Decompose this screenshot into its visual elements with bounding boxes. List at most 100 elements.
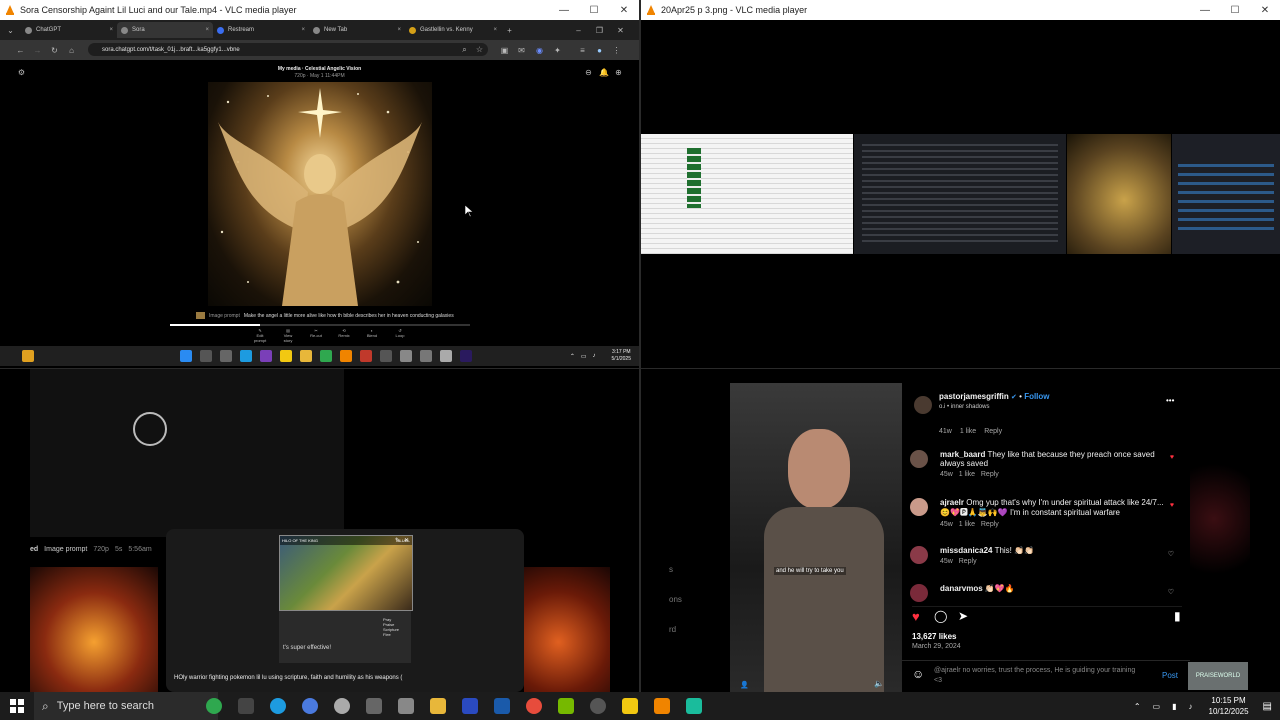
reading-list-icon[interactable]: ≡ — [578, 46, 587, 55]
follow-button[interactable]: Follow — [1024, 392, 1049, 401]
minimize-button[interactable]: — — [1190, 5, 1220, 16]
edit-icon[interactable]: ✎ — [395, 537, 400, 544]
post-author-avatar[interactable] — [914, 396, 932, 414]
weather-icon[interactable] — [22, 350, 34, 362]
editor-thumbnail[interactable] — [1172, 134, 1280, 254]
user-tag-icon[interactable]: 👤 — [740, 681, 749, 689]
close-button[interactable]: ✕ — [609, 5, 639, 16]
heart-outline-icon[interactable]: ♡ — [1168, 550, 1174, 558]
post-username[interactable]: pastorjamesgriffin — [939, 392, 1009, 401]
url-input[interactable]: sora.chatgpt.com/t/task_01j...braft...ka… — [88, 43, 488, 56]
star-icon[interactable]: ☆ — [475, 45, 484, 54]
info-icon[interactable]: ⊕ — [614, 68, 623, 77]
extension-icon[interactable]: ▣ — [500, 46, 509, 55]
share-icon[interactable]: ➤ — [958, 609, 968, 623]
network-icon[interactable]: ▭ — [581, 353, 587, 360]
comment-username[interactable]: missdanica24 — [940, 546, 992, 555]
avatar[interactable] — [910, 450, 928, 468]
taskbar-search[interactable]: ⌕ Type here to search — [34, 692, 218, 720]
new-tab-button[interactable]: + — [505, 26, 514, 35]
pokemon-video-panel[interactable]: ed Image prompt 720p 5s 5:56am HILO OF T… — [0, 369, 639, 692]
fire-right-image[interactable] — [524, 567, 610, 692]
comment-username[interactable]: ajraelr — [940, 498, 964, 507]
mail-icon[interactable]: ✉ — [517, 46, 526, 55]
heart-outline-icon[interactable]: ♡ — [1168, 588, 1174, 596]
likes-count[interactable]: 13,627 likes — [912, 632, 956, 641]
reply-button[interactable]: Reply — [984, 428, 1002, 435]
more-options-button[interactable]: ••• — [1166, 396, 1174, 405]
app-icon[interactable] — [440, 350, 452, 362]
app-icon[interactable] — [380, 350, 392, 362]
reload-icon[interactable]: ↻ — [50, 46, 59, 55]
bookmark-icon[interactable]: ▮ — [1174, 609, 1181, 623]
app-icon[interactable] — [302, 698, 318, 714]
app-icon[interactable] — [360, 350, 372, 362]
app-icon[interactable] — [686, 698, 702, 714]
zoom-icon[interactable]: ⌕ — [460, 45, 469, 54]
scrub-bar[interactable] — [170, 324, 470, 326]
volume-icon[interactable]: ♪ — [593, 353, 596, 359]
inner-clock[interactable]: 3:17 PM 5/1/2025 — [612, 349, 631, 363]
app-icon[interactable] — [590, 698, 606, 714]
dark-ui-thumbnail[interactable] — [854, 134, 1066, 254]
app-icon[interactable] — [494, 698, 510, 714]
app-icon[interactable] — [366, 698, 382, 714]
file-explorer-icon[interactable] — [430, 698, 446, 714]
loop-button[interactable]: ↺ Loop — [392, 328, 408, 343]
task-view-icon[interactable] — [238, 698, 254, 714]
reply-button[interactable]: Reply — [981, 471, 999, 478]
battery-icon[interactable]: ▮ — [1172, 702, 1176, 711]
title-bar[interactable]: 20Apr25 p 3.png - VLC media player — ☐ ✕ — [641, 0, 1280, 20]
minimize-button[interactable]: — — [549, 5, 579, 16]
chevron-up-icon[interactable]: ⌃ — [1134, 702, 1141, 711]
view-story-button[interactable]: ▤ View story — [280, 328, 296, 343]
blend-button[interactable]: ◐ Blend — [364, 328, 380, 343]
chrome-icon[interactable] — [526, 698, 542, 714]
vlc-icon[interactable] — [340, 350, 352, 362]
reel-video[interactable]: and he will try to take you 🔈 👤 — [730, 383, 902, 692]
tab-video[interactable]: Gastlellin vs. Kenny × — [405, 22, 501, 38]
vlc-icon[interactable] — [654, 698, 670, 714]
reply-button[interactable]: Reply — [959, 558, 977, 565]
mute-icon[interactable]: 🔈 — [874, 679, 884, 688]
clock[interactable]: 10:15 PM 10/12/2025 — [1209, 695, 1249, 717]
app-icon[interactable] — [420, 350, 432, 362]
like-heart-icon[interactable]: ♥ — [912, 609, 920, 624]
tab-new-tab[interactable]: New Tab × — [309, 22, 405, 38]
app-icon[interactable] — [334, 698, 350, 714]
menu-flee[interactable]: Flee — [383, 632, 399, 637]
puzzle-icon[interactable]: ✦ — [553, 46, 562, 55]
search-icon[interactable] — [200, 350, 212, 362]
heart-filled-icon[interactable]: ♥ — [1170, 502, 1174, 509]
tab-close-icon[interactable]: × — [109, 27, 113, 33]
windows-start-icon[interactable] — [180, 350, 192, 362]
home-icon[interactable]: ⌂ — [67, 46, 76, 55]
avatar[interactable] — [910, 584, 928, 602]
tab-restream[interactable]: Restream × — [213, 22, 309, 38]
app-icon[interactable] — [462, 698, 478, 714]
chrome-icon[interactable] — [320, 350, 332, 362]
app-icon[interactable] — [400, 350, 412, 362]
vlc-window-image[interactable]: 20Apr25 p 3.png - VLC media player — ☐ ✕ — [641, 0, 1280, 368]
edge-icon[interactable] — [270, 698, 286, 714]
task-view-icon[interactable] — [220, 350, 232, 362]
shield-icon[interactable]: ◉ — [535, 46, 544, 55]
battle-card[interactable]: HILO OF THE KING LILUCI- ✎ ✕ — [279, 535, 413, 611]
remix-button[interactable]: ⟲ Remix — [336, 328, 352, 343]
avatar[interactable] — [910, 546, 928, 564]
xbox-icon[interactable] — [206, 698, 222, 714]
spreadsheet-thumbnail[interactable] — [641, 134, 853, 254]
tab-chatgpt[interactable]: ChatGPT × — [21, 22, 117, 38]
tab-close-icon[interactable]: × — [205, 27, 209, 33]
close-icon[interactable]: ✕ — [616, 26, 625, 35]
volume-icon[interactable]: ♪ — [1189, 702, 1193, 711]
windows-start-icon[interactable] — [10, 699, 24, 713]
sticky-notes-icon[interactable] — [622, 698, 638, 714]
tab-close-icon[interactable]: × — [301, 27, 305, 33]
sticky-notes-icon[interactable] — [280, 350, 292, 362]
close-button[interactable]: ✕ — [1250, 5, 1280, 16]
nvidia-icon[interactable] — [558, 698, 574, 714]
comment-username[interactable]: mark_baard — [940, 450, 985, 459]
edge-icon[interactable] — [240, 350, 252, 362]
maximize-button[interactable]: ☐ — [1220, 5, 1250, 16]
